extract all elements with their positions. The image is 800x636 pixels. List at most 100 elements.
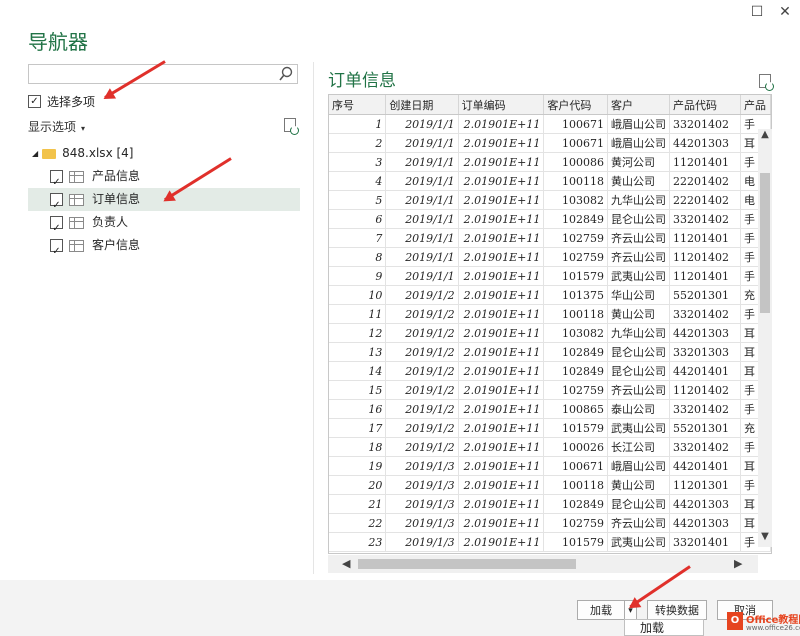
table-cell: 44201303 [669, 494, 742, 514]
table-row: 4 2019/1/1 2.01901E+11 100118 黄山公司 22201402 电 [329, 171, 771, 191]
table-cell: 102759 [543, 228, 608, 248]
scroll-down-icon[interactable]: ▼ [758, 531, 772, 542]
scroll-up-icon[interactable]: ▲ [758, 129, 772, 140]
table-cell: 2.01901E+11 [458, 228, 545, 248]
table-cell: 33201401 [669, 532, 742, 552]
table-cell: 22 [329, 513, 387, 533]
table-cell: 44201303 [669, 133, 742, 153]
close-button[interactable]: ✕ [776, 4, 794, 20]
table-row: 8 2019/1/1 2.01901E+11 102759 齐云山公司 11201402 手 [329, 247, 771, 267]
table-cell: 2.01901E+11 [458, 285, 545, 305]
table-cell: 峨眉山公司 [607, 456, 670, 476]
scroll-left-icon[interactable]: ◀ [342, 557, 350, 570]
table-cell: 2.01901E+11 [458, 361, 545, 381]
table-cell: 黄山公司 [607, 475, 670, 495]
collapse-triangle-icon[interactable]: ◢ [32, 149, 38, 158]
table-icon [69, 193, 84, 206]
table-cell: 4 [329, 171, 387, 191]
column-header[interactable]: 订单编码 [458, 95, 545, 115]
column-header[interactable]: 客户代码 [543, 95, 608, 115]
table-cell: 2.01901E+11 [458, 323, 545, 343]
transform-data-button[interactable]: 转换数据 [647, 600, 707, 620]
chevron-down-icon: ▾ [81, 124, 86, 133]
table-cell: 峨眉山公司 [607, 133, 670, 153]
vertical-scrollbar[interactable]: ▲ ▼ [758, 129, 772, 547]
table-row: 22 2019/1/3 2.01901E+11 102759 齐云山公司 44201303… [329, 513, 771, 533]
table-cell: 19 [329, 456, 387, 476]
table-cell: 2019/1/1 [385, 133, 459, 153]
table-cell: 2.01901E+11 [458, 475, 545, 495]
load-button[interactable]: 加载 [577, 600, 625, 620]
table-row: 10 2019/1/2 2.01901E+11 101375 华山公司 55201301 充 [329, 285, 771, 305]
table-cell: 九华山公司 [607, 190, 670, 210]
table-cell: 2.01901E+11 [458, 380, 545, 400]
table-cell: 2.01901E+11 [458, 513, 545, 533]
table-cell: 2019/1/1 [385, 190, 459, 210]
tree-item-checkbox[interactable]: ✓ [50, 193, 63, 211]
table-row: 11 2019/1/2 2.01901E+11 100118 黄山公司 33201402 手 [329, 304, 771, 324]
table-cell: 33201402 [669, 437, 742, 457]
refresh-preview-icon[interactable] [759, 74, 774, 91]
table-cell: 齐云山公司 [607, 380, 670, 400]
tree-item-customer-info[interactable]: ✓ 客户信息 [28, 234, 300, 257]
load-menu-item[interactable]: 加载 [624, 619, 704, 636]
tree-item-checkbox[interactable]: ✓ [50, 239, 63, 257]
column-header[interactable]: 产品代码 [669, 95, 742, 115]
tree-item-label: 产品信息 [92, 169, 141, 183]
table-cell: 3 [329, 152, 387, 172]
table-row: 9 2019/1/1 2.01901E+11 101579 武夷山公司 11201401 手 [329, 266, 771, 286]
table-row: 6 2019/1/1 2.01901E+11 102849 昆仑山公司 33201402 手 [329, 209, 771, 229]
table-cell: 100671 [543, 456, 608, 476]
table-cell: 100865 [543, 399, 608, 419]
tree-item-owner[interactable]: ✓ 负责人 [28, 211, 300, 234]
search-input[interactable] [28, 64, 298, 84]
table-cell: 峨眉山公司 [607, 114, 670, 134]
tree-file-node[interactable]: ◢ 848.xlsx [4] [28, 142, 300, 165]
tree-item-checkbox[interactable]: ✓ [50, 216, 63, 234]
table-icon [69, 170, 84, 183]
table-row: 16 2019/1/2 2.01901E+11 100865 泰山公司 33201402 手 [329, 399, 771, 419]
table-cell: 2019/1/2 [385, 361, 459, 381]
column-header[interactable]: 序号 [329, 95, 387, 115]
table-cell: 102759 [543, 247, 608, 267]
watermark-logo: O Office教程网 www.office26.com [727, 610, 800, 636]
display-options-dropdown[interactable]: 显示选项 ▾ [28, 118, 85, 135]
table-cell: 22201402 [669, 171, 742, 191]
refresh-icon[interactable] [284, 118, 299, 135]
table-cell: 2.01901E+11 [458, 418, 545, 438]
pane-divider[interactable] [313, 62, 314, 574]
tree-item-checkbox[interactable]: ✓ [50, 170, 63, 188]
tree-item-product-info[interactable]: ✓ 产品信息 [28, 165, 300, 188]
table-cell: 齐云山公司 [607, 228, 670, 248]
table-cell: 12 [329, 323, 387, 343]
table-cell: 2019/1/1 [385, 114, 459, 134]
table-cell: 2019/1/2 [385, 285, 459, 305]
table-cell: 2.01901E+11 [458, 456, 545, 476]
table-cell: 齐云山公司 [607, 247, 670, 267]
table-cell: 2019/1/1 [385, 209, 459, 229]
maximize-button[interactable]: ☐ [748, 4, 766, 20]
table-cell: 2019/1/3 [385, 513, 459, 533]
table-cell: 2.01901E+11 [458, 494, 545, 514]
table-cell: 1 [329, 114, 387, 134]
table-cell: 长江公司 [607, 437, 670, 457]
column-header[interactable]: 产品 [740, 95, 771, 115]
column-header[interactable]: 创建日期 [385, 95, 459, 115]
column-header[interactable]: 客户 [607, 95, 670, 115]
horizontal-scrollbar[interactable]: ◀ ▶ [328, 555, 758, 573]
table-cell: 2019/1/3 [385, 475, 459, 495]
table-cell: 昆仑山公司 [607, 494, 670, 514]
multi-select-option[interactable]: ✓ 选择多项 [28, 93, 95, 110]
table-cell: 2.01901E+11 [458, 133, 545, 153]
table-cell: 100026 [543, 437, 608, 457]
scroll-right-icon[interactable]: ▶ [734, 557, 742, 570]
search-icon[interactable] [279, 66, 293, 82]
multi-select-checkbox[interactable]: ✓ [28, 95, 41, 108]
table-cell: 13 [329, 342, 387, 362]
table-cell: 2.01901E+11 [458, 342, 545, 362]
table-cell: 101579 [543, 266, 608, 286]
horizontal-scroll-thumb[interactable] [358, 559, 576, 569]
table-header-row: 序号 创建日期 订单编码 客户代码 客户 产品代码 产品 [329, 95, 771, 115]
vertical-scroll-thumb[interactable] [760, 173, 770, 313]
table-row: 5 2019/1/1 2.01901E+11 103082 九华山公司 22201402 电 [329, 190, 771, 210]
